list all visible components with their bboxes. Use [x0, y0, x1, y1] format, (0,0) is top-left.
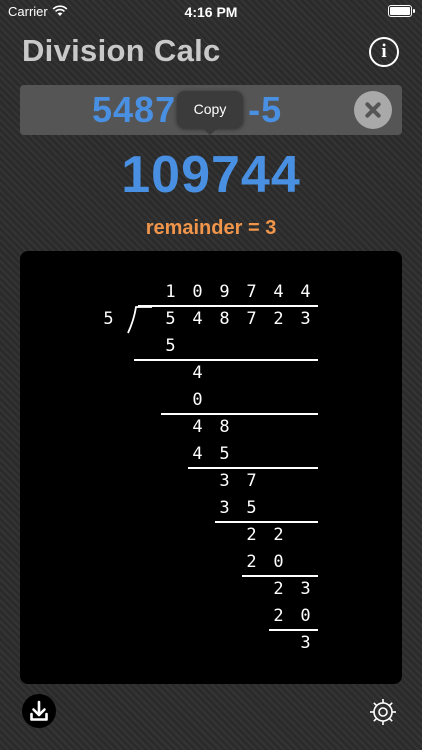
step-digit: 2 — [246, 525, 257, 545]
expression-right: -5 — [248, 89, 283, 130]
subtraction-line — [269, 629, 318, 631]
step-digit: 2 — [273, 579, 284, 599]
subtraction-line — [134, 359, 318, 361]
long-division-panel: 109744554872354048453735222023203 — [20, 251, 402, 684]
dividend-digit: 5 — [165, 309, 176, 329]
step-digit: 0 — [300, 606, 311, 626]
step-digit: 4 — [192, 363, 203, 383]
subtraction-line — [188, 467, 318, 469]
quotient-digit: 4 — [300, 282, 311, 302]
step-digit: 8 — [219, 417, 230, 437]
step-digit: 3 — [219, 471, 230, 491]
step-digit: 5 — [165, 336, 176, 356]
subtraction-line — [215, 521, 318, 523]
step-digit: 3 — [219, 498, 230, 518]
dividend-digit: 7 — [246, 309, 257, 329]
step-digit: 0 — [273, 552, 284, 572]
dividend-digit: 4 — [192, 309, 203, 329]
page-title: Division Calc — [22, 33, 221, 68]
step-digit: 2 — [273, 525, 284, 545]
step-digit: 7 — [246, 471, 257, 491]
subtraction-line — [161, 413, 318, 415]
status-bar: Carrier 4:16 PM — [0, 0, 422, 22]
status-time: 4:16 PM — [184, 4, 238, 20]
quotient-digit: 9 — [219, 282, 230, 302]
step-digit: 5 — [219, 444, 230, 464]
info-icon[interactable]: i — [369, 37, 399, 67]
step-digit: 3 — [300, 579, 311, 599]
dividend-digit: 8 — [219, 309, 230, 329]
vinculum-line — [138, 305, 318, 307]
copy-menu-item[interactable]: Copy — [177, 91, 243, 135]
step-digit: 3 — [300, 633, 311, 653]
subtraction-line — [242, 575, 318, 577]
divisor-digit: 5 — [103, 309, 114, 329]
battery-icon — [388, 5, 415, 17]
division-bracket — [127, 306, 152, 334]
dividend-digit: 2 — [273, 309, 284, 329]
expression-left: 5487 — [92, 89, 177, 130]
quotient-digit: 7 — [246, 282, 257, 302]
step-digit: 5 — [246, 498, 257, 518]
step-digit: 2 — [273, 606, 284, 626]
step-digit: 0 — [192, 390, 203, 410]
quotient-digit: 0 — [192, 282, 203, 302]
quotient-digit: 1 — [165, 282, 176, 302]
result-remainder: remainder = 3 — [145, 217, 277, 239]
gear-icon[interactable] — [366, 695, 400, 729]
download-icon[interactable] — [22, 694, 56, 728]
clear-icon[interactable] — [354, 91, 392, 129]
quotient-digit: 4 — [273, 282, 284, 302]
step-digit: 2 — [246, 552, 257, 572]
dividend-digit: 3 — [300, 309, 311, 329]
step-digit: 4 — [192, 417, 203, 437]
step-digit: 4 — [192, 444, 203, 464]
result-quotient: 109744 — [121, 146, 301, 204]
